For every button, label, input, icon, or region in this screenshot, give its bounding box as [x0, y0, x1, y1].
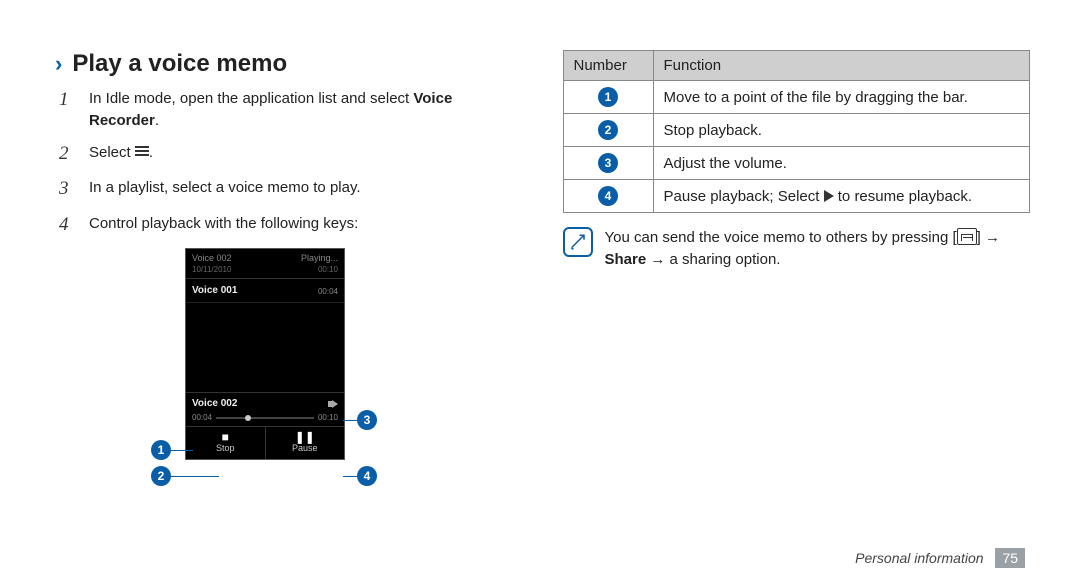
callout-badge: 2 [151, 466, 171, 486]
step-text-post: . [149, 144, 153, 161]
heading-text: Play a voice memo [72, 50, 287, 78]
phone-item-duration: 00:04 [318, 287, 338, 296]
page-footer: Personal information 75 [855, 548, 1025, 568]
row-badge: 2 [598, 120, 618, 140]
note-share: Share [605, 251, 647, 268]
phone-subheader: 10/11/2010 00:10 [186, 265, 344, 278]
menu-key-icon [957, 228, 977, 245]
th-function: Function [653, 51, 1030, 81]
row-badge: 4 [598, 186, 618, 206]
callout-badge: 3 [357, 410, 377, 430]
note-text: You can send the voice memo to others by… [605, 227, 1031, 271]
th-number: Number [563, 51, 653, 81]
step-1: 1 In Idle mode, open the application lis… [59, 86, 523, 132]
callout-line [171, 450, 193, 451]
cell-number: 3 [563, 147, 653, 180]
chevron-icon: › [55, 51, 62, 77]
phone-header-duration: 00:10 [318, 265, 338, 274]
callout-badge: 4 [357, 466, 377, 486]
cell-number: 1 [563, 81, 653, 114]
callout-line [171, 476, 219, 477]
step-body: In Idle mode, open the application list … [89, 86, 523, 132]
steps-list: 1 In Idle mode, open the application lis… [59, 86, 523, 238]
table-row: 2 Stop playback. [563, 114, 1030, 147]
table-row: 3 Adjust the volume. [563, 147, 1030, 180]
cell-text-post: to resume playback. [834, 188, 972, 205]
list-icon [135, 146, 149, 158]
phone-list-item: Voice 001 00:04 [186, 278, 344, 302]
step-number: 2 [59, 140, 77, 168]
step-text: In Idle mode, open the application list … [89, 90, 413, 107]
callout-3: 3 [343, 410, 377, 430]
section-heading: › Play a voice memo [55, 50, 523, 78]
cell-number: 4 [563, 180, 653, 213]
step-body: Control playback with the following keys… [89, 211, 523, 239]
volume-icon [332, 400, 338, 408]
callout-1: 1 [151, 440, 193, 460]
phone-header-status: Playing... [301, 253, 338, 263]
step-text-post: . [155, 112, 159, 129]
note-icon [563, 227, 593, 257]
step-number: 3 [59, 175, 77, 203]
footer-page: 75 [995, 548, 1025, 568]
phone-screenshot: Voice 002 Playing... 10/11/2010 00:10 Vo… [185, 248, 385, 460]
cell-function: Stop playback. [653, 114, 1030, 147]
callout-line [343, 420, 357, 421]
table-row: 4 Pause playback; Select to resume playb… [563, 180, 1030, 213]
step-body: In a playlist, select a voice memo to pl… [89, 175, 523, 203]
table-row: 1 Move to a point of the file by draggin… [563, 81, 1030, 114]
phone-header: Voice 002 Playing... [186, 249, 344, 265]
phone-header-title: Voice 002 [192, 253, 232, 263]
step-3: 3 In a playlist, select a voice memo to … [59, 175, 523, 203]
pause-button: ❚❚ Pause [266, 427, 345, 459]
callout-4: 4 [343, 466, 377, 486]
note-arrow: → [981, 229, 1000, 246]
cell-number: 2 [563, 114, 653, 147]
stop-button: ■ Stop [186, 427, 266, 459]
cell-text: Pause playback; Select [664, 188, 824, 205]
play-icon [824, 190, 834, 202]
row-badge: 1 [598, 87, 618, 107]
cell-function: Adjust the volume. [653, 147, 1030, 180]
phone-now-title: Voice 002 [192, 398, 237, 409]
step-number: 4 [59, 211, 77, 239]
pause-label: Pause [292, 443, 318, 453]
phone-seek-bar: 00:04 00:10 [186, 411, 344, 426]
step-number: 1 [59, 86, 77, 132]
phone-buttons: ■ Stop ❚❚ Pause [186, 426, 344, 459]
phone-header-date: 10/11/2010 [192, 265, 231, 274]
step-4: 4 Control playback with the following ke… [59, 211, 523, 239]
note-line1: You can send the voice memo to others by… [605, 229, 949, 246]
callout-2: 2 [151, 466, 219, 486]
footer-section: Personal information [855, 550, 983, 566]
note-line2: → a sharing option. [646, 251, 780, 268]
seek-track [216, 417, 314, 419]
callout-line [343, 476, 357, 477]
step-2: 2 Select . [59, 140, 523, 168]
phone-screen: Voice 002 Playing... 10/11/2010 00:10 Vo… [185, 248, 345, 460]
seek-total: 00:10 [318, 413, 338, 422]
seek-elapsed: 00:04 [192, 413, 212, 422]
callout-badge: 1 [151, 440, 171, 460]
note-block: You can send the voice memo to others by… [563, 227, 1031, 271]
function-table: Number Function 1 Move to a point of the… [563, 50, 1031, 213]
cell-function: Move to a point of the file by dragging … [653, 81, 1030, 114]
step-text: Select [89, 144, 135, 161]
phone-now-playing: Voice 002 [186, 392, 344, 411]
stop-icon: ■ [186, 431, 265, 443]
table-header-row: Number Function [563, 51, 1030, 81]
row-badge: 3 [598, 153, 618, 173]
step-body: Select . [89, 140, 523, 168]
phone-item-title: Voice 001 [192, 285, 237, 296]
phone-list-empty [186, 302, 344, 392]
stop-label: Stop [216, 443, 235, 453]
cell-function: Pause playback; Select to resume playbac… [653, 180, 1030, 213]
pause-icon: ❚❚ [266, 431, 345, 443]
